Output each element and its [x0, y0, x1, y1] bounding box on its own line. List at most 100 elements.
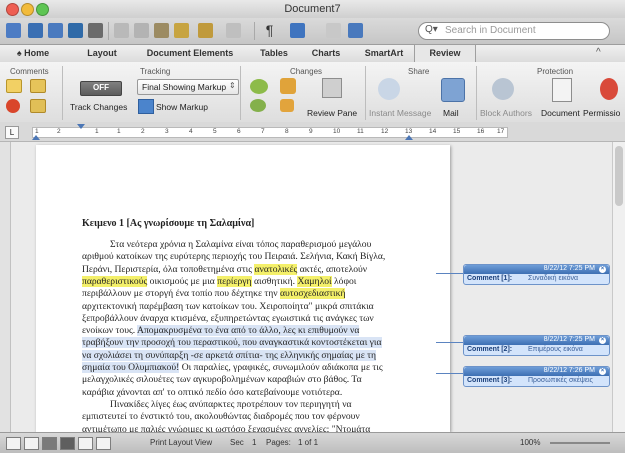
document-line[interactable]: σημαία του Ολυμπιακού! Οι παραλίες, γραφ…: [82, 362, 436, 374]
delete-comment-icon[interactable]: ×: [599, 368, 606, 375]
draft-view-icon[interactable]: [6, 437, 21, 450]
cut-icon[interactable]: [114, 23, 129, 38]
tab-tables[interactable]: Tables: [250, 45, 298, 62]
save-icon[interactable]: [68, 23, 83, 38]
section-label: Sec: [230, 438, 244, 447]
line-text: αρχιτεκτονική παρέμβαση των κατοίκων του…: [82, 300, 374, 312]
sidebar-icon[interactable]: [290, 23, 305, 38]
comment-connector: [436, 342, 464, 343]
copy-icon[interactable]: [134, 23, 149, 38]
document-line[interactable]: Περάνι, Περιστερία, όλα τοποθετημένα στι…: [82, 263, 436, 276]
next-change-icon[interactable]: [280, 99, 294, 112]
new-comment-icon[interactable]: [6, 79, 22, 93]
track-changes-toggle[interactable]: OFF: [80, 81, 122, 96]
redo-icon[interactable]: [226, 23, 241, 38]
new-document-icon[interactable]: [28, 23, 43, 38]
media-browser-icon[interactable]: [326, 23, 341, 38]
document-line[interactable]: καράβια χάνονται απ' το οπτικό πεδίο όσο…: [82, 387, 436, 399]
ruler-number: 8: [285, 128, 289, 135]
permissions-label[interactable]: Permissio: [583, 108, 620, 118]
tab-review[interactable]: Review: [414, 44, 476, 63]
right-indent-marker[interactable]: [405, 135, 413, 140]
pilcrow-icon[interactable]: ¶: [262, 23, 277, 38]
markup-select[interactable]: Final Showing Markup ⇕: [137, 79, 239, 95]
document-line[interactable]: τραβήξουν την προσοχή του περαστικού, πο…: [82, 337, 436, 349]
previous-change-icon[interactable]: [250, 99, 266, 112]
comment-text: Προσωπικές σκέψεις: [528, 377, 593, 384]
horizontal-ruler[interactable]: L 1 2 1 1 2 3 4 5 6 7 8 9 10 11 12 13 14…: [0, 122, 625, 142]
permissions-icon[interactable]: [600, 78, 618, 100]
comment-balloon[interactable]: 8/22/12 7:25 PM × Comment [2]: Επιμέρους…: [463, 335, 610, 356]
print-layout-view-icon[interactable]: [60, 437, 75, 450]
comment-header: 8/22/12 7:25 PM ×: [464, 265, 609, 274]
ruler-number: 13: [405, 128, 413, 135]
comment-balloon[interactable]: 8/22/12 7:25 PM × Comment [1]: Συναδική …: [463, 264, 610, 285]
left-indent-marker[interactable]: [32, 135, 40, 140]
next-comment-icon[interactable]: [30, 99, 46, 113]
undo-icon[interactable]: [198, 23, 213, 38]
document-line[interactable]: ξεπροβάλλουν άναρχα κτισμένα, εξυπηρετών…: [82, 313, 436, 325]
document-line[interactable]: αριθμού κατοίκων της ευρύτερης περιοχής …: [82, 251, 436, 263]
comment-connector: [436, 273, 464, 274]
document-line[interactable]: Στα νεότερα χρόνια η Σαλαμίνα είναι τόπο…: [82, 239, 436, 251]
tab-stop-selector-icon[interactable]: L: [5, 126, 19, 139]
show-markup-label[interactable]: Show Markup: [156, 102, 208, 112]
document-label[interactable]: Document: [541, 108, 580, 118]
print-icon[interactable]: [88, 23, 103, 38]
document-line[interactable]: ενοίκων τους. Απομακρυσμένα το ένα από τ…: [82, 325, 436, 337]
zoom-icon[interactable]: [348, 23, 363, 38]
mail-icon[interactable]: [441, 78, 465, 102]
tab-document-elements[interactable]: Document Elements: [138, 45, 242, 62]
vertical-ruler[interactable]: [0, 142, 11, 432]
document-line[interactable]: μελαγχολικές σιλουέτες των αγκυροβολημέν…: [82, 374, 436, 386]
document-line[interactable]: παραθεριστικούς οικισμούς με μια περίεργ…: [82, 275, 436, 288]
notebook-view-icon[interactable]: [78, 437, 93, 450]
document-line[interactable]: εμπιστευτεί το ένστικτό του, ακολουθώντα…: [82, 411, 436, 423]
instant-message-label[interactable]: Instant Message: [369, 108, 431, 118]
full-screen-view-icon[interactable]: [96, 437, 111, 450]
zoom-level[interactable]: 100%: [520, 438, 540, 447]
tab-layout[interactable]: Layout: [74, 45, 130, 62]
search-field[interactable]: Q▾ Search in Document: [418, 22, 610, 40]
block-authors-label[interactable]: Block Authors: [480, 108, 532, 118]
delete-comment-icon[interactable]: ×: [599, 266, 606, 273]
ruler-number: 6: [237, 128, 241, 135]
highlighted-text: περίεργη: [217, 275, 252, 287]
document-line[interactable]: περιβάλλουν με στοργή ένα τοπίο που δέχτ…: [82, 288, 436, 300]
outline-view-icon[interactable]: [24, 437, 39, 450]
ruler-number: 2: [57, 128, 61, 135]
view-name: Print Layout View: [150, 438, 213, 447]
format-painter-icon[interactable]: [174, 23, 189, 38]
mail-label[interactable]: Mail: [443, 108, 459, 118]
navigation-icon[interactable]: [6, 23, 21, 38]
vertical-scrollbar[interactable]: [612, 142, 625, 432]
tab-charts[interactable]: Charts: [304, 45, 348, 62]
ribbon-collapse-icon[interactable]: ^: [596, 47, 601, 58]
comment-balloon[interactable]: 8/22/12 7:26 PM × Comment [3]: Προσωπικέ…: [463, 366, 610, 387]
first-line-indent-marker[interactable]: [77, 124, 85, 129]
previous-comment-icon[interactable]: [30, 79, 46, 93]
review-pane-label[interactable]: Review Pane: [307, 108, 357, 118]
delete-comment-icon[interactable]: ×: [599, 337, 606, 344]
paste-icon[interactable]: [154, 23, 169, 38]
publishing-view-icon[interactable]: [42, 437, 57, 450]
tab-smartart[interactable]: SmartArt: [356, 45, 412, 62]
tab-home[interactable]: ♠ Home: [4, 45, 62, 62]
toolbar-separator: [108, 22, 109, 40]
zoom-slider[interactable]: [550, 442, 610, 444]
templates-icon[interactable]: [48, 23, 63, 38]
document-line[interactable]: Πινακίδες λίγες έως ανύπαρκτες προτρέπου…: [82, 399, 436, 411]
delete-comment-icon[interactable]: [6, 99, 20, 113]
scroll-thumb[interactable]: [615, 146, 623, 206]
document-line[interactable]: να σχολιάσει τη συνύπαρξη -σε αρκετά σπί…: [82, 349, 436, 362]
block-authors-icon[interactable]: [492, 78, 514, 100]
instant-message-icon[interactable]: [378, 78, 400, 100]
line-text: λόφοι: [331, 275, 357, 287]
accept-change-icon[interactable]: [250, 79, 268, 94]
document-protection-icon[interactable]: [552, 78, 572, 102]
review-pane-icon[interactable]: [322, 78, 342, 98]
document-line[interactable]: αρχιτεκτονική παρέμβαση των κατοίκων του…: [82, 301, 436, 313]
show-markup-icon[interactable]: [138, 99, 154, 114]
reject-change-icon[interactable]: [280, 78, 296, 94]
track-changes-label[interactable]: Track Changes: [70, 102, 127, 112]
